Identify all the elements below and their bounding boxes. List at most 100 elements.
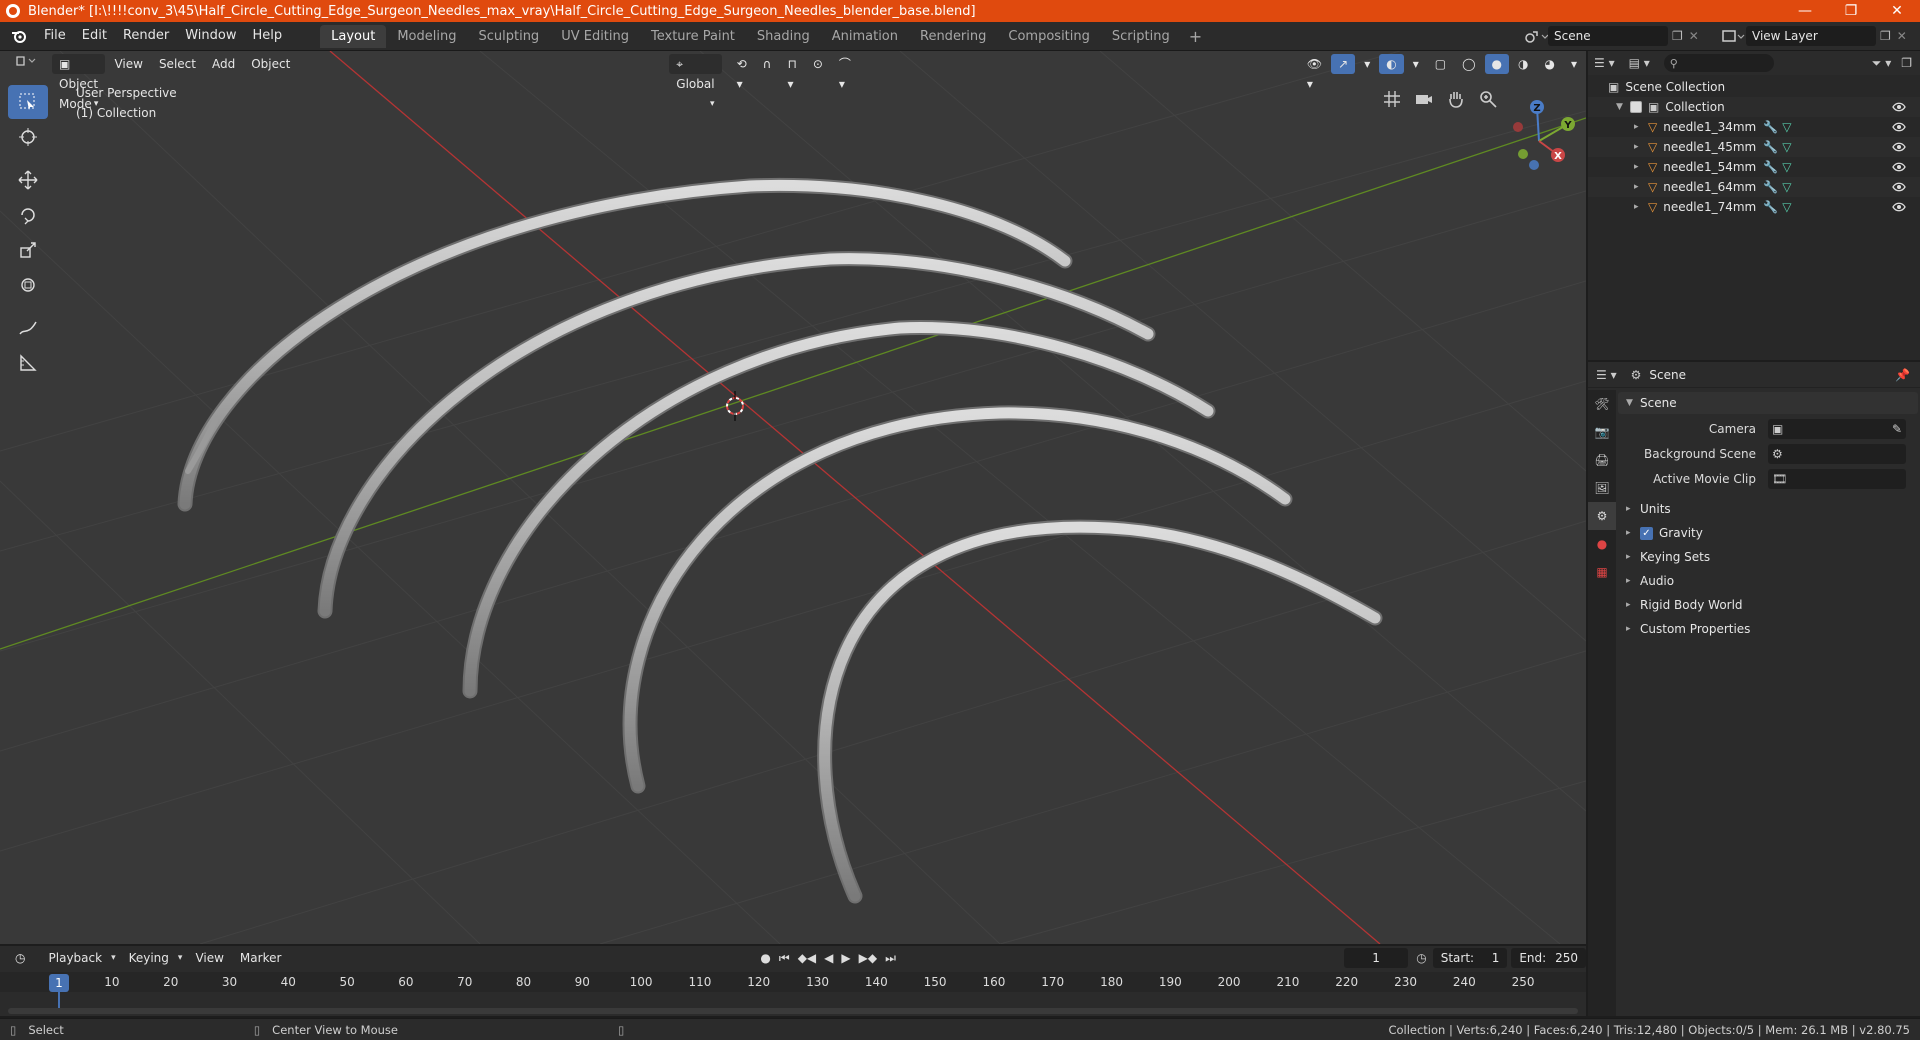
close-button[interactable]: ✕ — [1874, 0, 1920, 22]
transform-tool[interactable] — [8, 268, 48, 302]
gizmo-toggle-icon[interactable]: ↗ — [1331, 54, 1356, 74]
tab-shading[interactable]: Shading — [746, 25, 821, 48]
tool-tab-icon[interactable]: 🛠 — [1588, 390, 1616, 418]
keying-sets-panel-header[interactable]: ▸ Keying Sets — [1618, 545, 1920, 569]
annotate-tool[interactable] — [8, 311, 48, 345]
snap-element-icon[interactable]: ⊓ ▾ — [780, 54, 803, 91]
gizmo-dropdown-icon[interactable]: ▾ — [1357, 54, 1377, 74]
eye-icon[interactable] — [1892, 201, 1906, 216]
needle-3[interactable] — [462, 320, 1216, 699]
playhead[interactable]: 1 — [49, 974, 69, 992]
modifier-wrench-icon[interactable]: 🔧 — [1763, 180, 1778, 194]
tab-modeling[interactable]: Modeling — [386, 25, 467, 48]
rigid-body-world-panel-header[interactable]: ▸ Rigid Body World — [1618, 593, 1920, 617]
material-shading-icon[interactable]: ◑ — [1511, 54, 1535, 74]
transform-orientation-dropdown[interactable]: ⌖ Global ▾ — [669, 54, 722, 109]
pin-icon[interactable]: 📌 — [1895, 368, 1910, 382]
menu-playback[interactable]: Playback — [42, 948, 110, 968]
view-layer-tab-icon[interactable]: 🖼 — [1588, 474, 1616, 502]
menu-select[interactable]: Select — [152, 54, 203, 74]
current-frame-field[interactable]: 1 — [1343, 948, 1409, 968]
eyedropper-icon[interactable]: ✎ — [1892, 422, 1902, 436]
active-movie-clip-field[interactable]: 🎞 — [1768, 468, 1906, 489]
editor-type-button[interactable] — [8, 54, 50, 74]
menu-object[interactable]: Object — [244, 54, 297, 74]
gravity-panel-header[interactable]: ▸ ✓ Gravity — [1618, 521, 1920, 545]
outliner-collection[interactable]: ▼ ▣ Collection — [1588, 97, 1920, 117]
wireframe-shading-icon[interactable]: ◯ — [1455, 54, 1482, 74]
rendered-shading-icon[interactable]: ◕ — [1537, 54, 1561, 74]
outliner-scene-collection[interactable]: ▣ Scene Collection — [1588, 77, 1920, 97]
needles[interactable] — [177, 177, 1383, 904]
eye-icon[interactable] — [1892, 181, 1906, 196]
play-icon[interactable]: ▶ — [841, 951, 850, 966]
eye-icon[interactable] — [1892, 141, 1906, 156]
navigation-gizmo[interactable]: Z Y X — [1496, 87, 1582, 173]
menu-view[interactable]: View — [107, 54, 149, 74]
scene-panel-header[interactable]: ▼ Scene — [1618, 392, 1918, 414]
properties-editor-type-icon[interactable]: ☰ ▾ — [1596, 368, 1617, 382]
timeline-scrollbar[interactable] — [8, 1008, 1578, 1014]
modifier-wrench-icon[interactable]: 🔧 — [1763, 120, 1778, 134]
shading-dropdown-icon[interactable]: ▾ — [1564, 54, 1584, 74]
3d-cursor[interactable] — [726, 391, 744, 421]
needle-1[interactable] — [177, 177, 1073, 512]
new-scene-icon[interactable]: ❐ — [1672, 29, 1683, 43]
needle-5[interactable] — [817, 519, 1383, 904]
jump-end-icon[interactable]: ⏭ — [885, 951, 896, 966]
scene-name-field[interactable]: Scene — [1548, 26, 1668, 46]
measure-tool[interactable] — [8, 346, 48, 380]
menu-timeline-view[interactable]: View — [188, 948, 230, 968]
expand-arrow-icon[interactable]: ▸ — [1634, 182, 1648, 192]
expand-arrow-icon[interactable]: ▼ — [1616, 102, 1630, 112]
expand-arrow-icon[interactable]: ▸ — [1634, 162, 1648, 172]
grid-view-icon[interactable] — [1380, 87, 1404, 111]
menu-edit[interactable]: Edit — [74, 25, 115, 47]
hand-pan-icon[interactable] — [1444, 87, 1468, 111]
snap-toggle-icon[interactable]: ∩ — [756, 54, 779, 74]
scene-tab-icon[interactable]: ⚙ — [1588, 502, 1616, 530]
object-mode-dropdown[interactable]: ▣ Object Mode ▾ — [52, 54, 106, 111]
filter-icon[interactable]: ⏷ ▾ — [1872, 56, 1891, 71]
outliner-object-row[interactable]: ▸ ▽ needle1_74mm 🔧 ▽ — [1588, 197, 1920, 217]
mesh-data-icon[interactable]: ▽ — [1782, 120, 1791, 134]
solid-shading-icon[interactable]: ● — [1484, 54, 1509, 74]
needle-2[interactable] — [317, 251, 1156, 619]
xray-toggle-icon[interactable]: ▢ — [1428, 54, 1453, 74]
tab-texture-paint[interactable]: Texture Paint — [640, 25, 746, 48]
eye-icon[interactable] — [1892, 121, 1906, 136]
outliner-search-field[interactable]: ⚲ — [1663, 54, 1774, 72]
tab-compositing[interactable]: Compositing — [997, 25, 1101, 48]
end-frame-field[interactable]: End: 250 — [1511, 948, 1586, 968]
menu-file[interactable]: File — [36, 25, 74, 47]
visibility-selectability-icon[interactable]: 👁 ▾ — [1300, 54, 1329, 91]
menu-keying[interactable]: Keying — [122, 948, 176, 968]
move-tool[interactable] — [8, 163, 48, 197]
scene-selector[interactable]: Scene ❐ ✕ — [1524, 26, 1704, 46]
audio-panel-header[interactable]: ▸ Audio — [1618, 569, 1920, 593]
expand-arrow-icon[interactable]: ▸ — [1634, 122, 1648, 132]
clock-icon[interactable]: ◷ — [1416, 951, 1426, 965]
tab-rendering[interactable]: Rendering — [909, 25, 997, 48]
view-layer-selector[interactable]: View Layer ❐ ✕ — [1722, 26, 1912, 46]
tab-sculpting[interactable]: Sculpting — [467, 25, 550, 48]
mesh-data-icon[interactable]: ▽ — [1782, 180, 1791, 194]
mesh-data-icon[interactable]: ▽ — [1782, 140, 1791, 154]
proportional-falloff-icon[interactable]: ⌒ ▾ — [832, 54, 858, 91]
overlay-dropdown-icon[interactable]: ▾ — [1406, 54, 1426, 74]
mesh-data-icon[interactable]: ▽ — [1782, 200, 1791, 214]
scale-tool[interactable] — [8, 233, 48, 267]
menu-render[interactable]: Render — [115, 25, 177, 47]
remove-scene-icon[interactable]: ✕ — [1689, 29, 1699, 43]
remove-view-layer-icon[interactable]: ✕ — [1897, 29, 1907, 43]
camera-view-icon[interactable] — [1412, 87, 1436, 111]
cursor-tool[interactable] — [8, 120, 48, 154]
select-box-tool[interactable] — [8, 85, 48, 119]
units-panel-header[interactable]: ▸ Units — [1618, 497, 1920, 521]
new-collection-icon[interactable]: ❐ — [1901, 56, 1912, 70]
3d-viewport[interactable]: ▣ Object Mode ▾ View Select Add Object ⌖… — [0, 51, 1586, 944]
viewport-canvas[interactable] — [0, 51, 1586, 944]
gravity-checkbox[interactable]: ✓ — [1640, 526, 1653, 540]
modifier-wrench-icon[interactable]: 🔧 — [1763, 160, 1778, 174]
pivot-point-icon[interactable]: ⟲ ▾ — [730, 54, 754, 91]
